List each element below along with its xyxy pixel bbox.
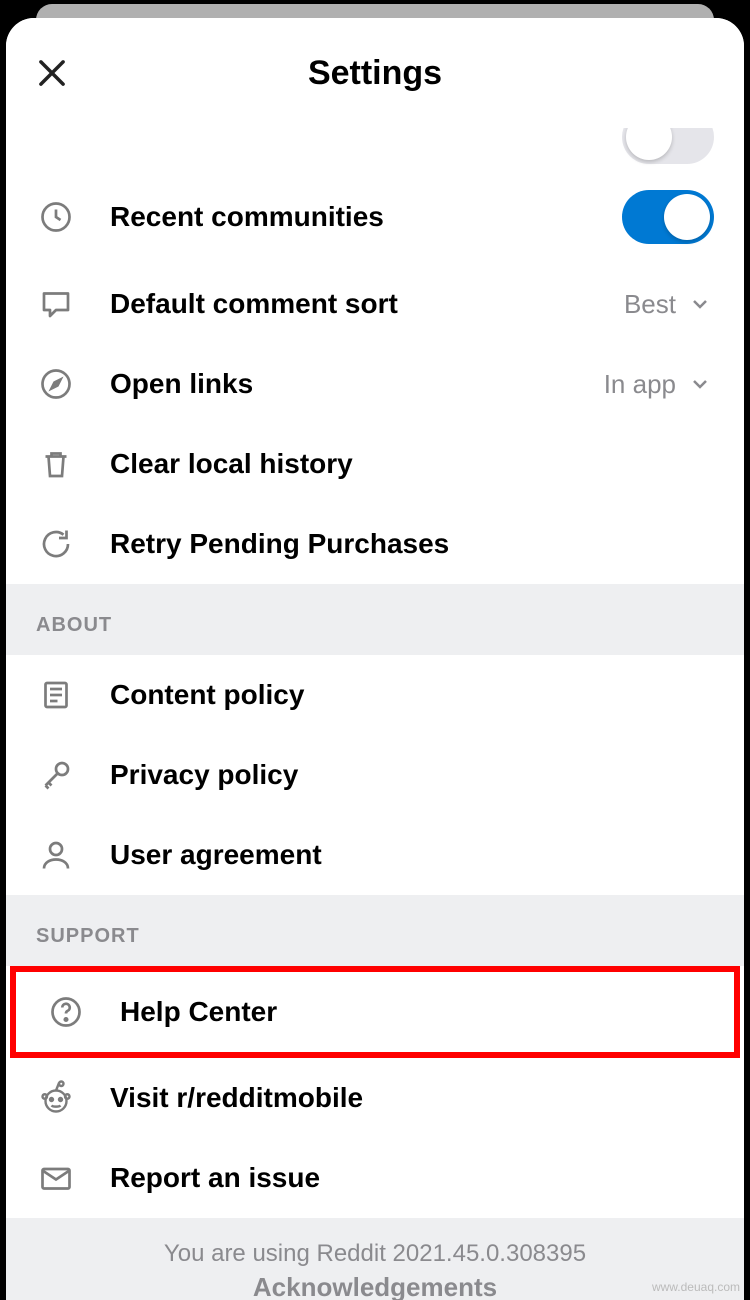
page-title: Settings bbox=[308, 54, 442, 93]
row-help-center[interactable]: Help Center bbox=[16, 972, 734, 1052]
settings-sheet: Settings Recent communities Default comm… bbox=[6, 18, 744, 1300]
row-label: Content policy bbox=[110, 679, 714, 711]
row-label: User agreement bbox=[110, 839, 714, 871]
row-recent-communities[interactable]: Recent communities bbox=[6, 170, 744, 264]
section-header-support: SUPPORT bbox=[6, 895, 744, 966]
version-text: You are using Reddit 2021.45.0.308395 bbox=[26, 1240, 724, 1268]
compass-icon bbox=[36, 364, 76, 404]
row-label: Open links bbox=[110, 368, 604, 400]
row-clear-local-history[interactable]: Clear local history bbox=[6, 424, 744, 504]
clock-icon bbox=[36, 197, 76, 237]
row-label: Privacy policy bbox=[110, 759, 714, 791]
partial-row bbox=[6, 128, 744, 170]
user-icon bbox=[36, 835, 76, 875]
row-label: Retry Pending Purchases bbox=[110, 528, 714, 560]
row-default-comment-sort[interactable]: Default comment sort Best bbox=[6, 264, 744, 344]
footer: You are using Reddit 2021.45.0.308395 Ac… bbox=[6, 1218, 744, 1300]
row-open-links[interactable]: Open links In app bbox=[6, 344, 744, 424]
toggle-recent-communities[interactable] bbox=[622, 190, 714, 244]
reddit-icon bbox=[36, 1078, 76, 1118]
refresh-icon bbox=[36, 524, 76, 564]
row-retry-pending-purchases[interactable]: Retry Pending Purchases bbox=[6, 504, 744, 584]
section-header-about: ABOUT bbox=[6, 584, 744, 655]
chevron-down-icon bbox=[686, 290, 714, 318]
chevron-down-icon bbox=[686, 370, 714, 398]
row-user-agreement[interactable]: User agreement bbox=[6, 815, 744, 895]
row-value: Best bbox=[624, 289, 676, 320]
content: Recent communities Default comment sort … bbox=[6, 128, 744, 1300]
document-icon bbox=[36, 675, 76, 715]
row-visit-redditmobile[interactable]: Visit r/redditmobile bbox=[6, 1058, 744, 1138]
watermark: www.deuaq.com bbox=[652, 1280, 740, 1294]
row-report-issue[interactable]: Report an issue bbox=[6, 1138, 744, 1218]
row-value: In app bbox=[604, 369, 676, 400]
toggle-off-partial[interactable] bbox=[622, 128, 714, 164]
row-label: Visit r/redditmobile bbox=[110, 1082, 714, 1114]
help-icon bbox=[46, 992, 86, 1032]
key-icon bbox=[36, 755, 76, 795]
close-button[interactable] bbox=[30, 51, 74, 95]
close-icon bbox=[33, 54, 71, 92]
trash-icon bbox=[36, 444, 76, 484]
row-privacy-policy[interactable]: Privacy policy bbox=[6, 735, 744, 815]
row-content-policy[interactable]: Content policy bbox=[6, 655, 744, 735]
acknowledgements-link[interactable]: Acknowledgements bbox=[26, 1272, 724, 1300]
highlight-box: Help Center bbox=[10, 966, 740, 1058]
row-label: Default comment sort bbox=[110, 288, 624, 320]
row-label: Clear local history bbox=[110, 448, 714, 480]
comment-icon bbox=[36, 284, 76, 324]
header: Settings bbox=[6, 18, 744, 128]
row-label: Help Center bbox=[120, 996, 704, 1028]
mail-icon bbox=[36, 1158, 76, 1198]
row-label: Report an issue bbox=[110, 1162, 714, 1194]
row-label: Recent communities bbox=[110, 201, 622, 233]
